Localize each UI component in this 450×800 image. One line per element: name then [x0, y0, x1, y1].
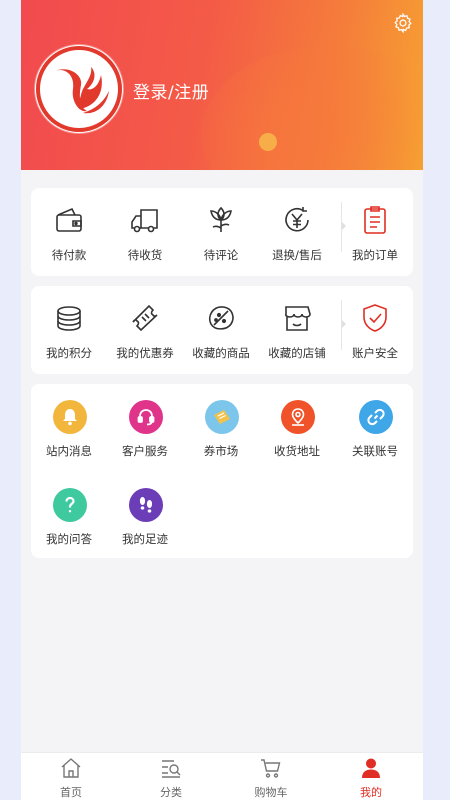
tab-category[interactable]: 分类 [121, 753, 221, 800]
tab-label: 分类 [160, 786, 182, 799]
tab-label: 我的 [360, 786, 382, 799]
customer-service[interactable]: 客户服务 [107, 384, 183, 472]
service-label: 客户服务 [122, 444, 168, 458]
services-row-1: 站内消息 客户服务 券市场 收货地址 关联账号 [31, 384, 413, 472]
asset-label: 我的优惠券 [116, 346, 174, 360]
tab-home[interactable]: 首页 [21, 753, 121, 800]
header-dot-decoration [259, 133, 277, 151]
orders-card: 待付款 待收货 待评论 退换/售后 我的订单 [31, 188, 413, 276]
order-label: 待收货 [127, 248, 163, 262]
footprint-icon [129, 488, 163, 522]
category-search-icon [160, 757, 182, 779]
asset-label: 收藏的店铺 [268, 346, 326, 360]
store-icon [281, 302, 313, 334]
map-pin-icon [281, 400, 315, 434]
coupon-market[interactable]: 券市场 [183, 384, 259, 472]
service-label: 我的问答 [46, 532, 92, 546]
yen-refund-icon [281, 204, 313, 236]
headset-icon [129, 400, 163, 434]
link-icon [359, 400, 393, 434]
services-card: 站内消息 客户服务 券市场 收货地址 关联账号 我的问答 我的足迹 [31, 384, 413, 558]
assets-row: 我的积分 我的优惠券 收藏的商品 收藏的店铺 账户安全 [31, 286, 413, 374]
user-icon [360, 757, 382, 779]
linked-accounts[interactable]: 关联账号 [337, 384, 413, 472]
gear-icon[interactable] [392, 12, 414, 34]
favorite-stores[interactable]: 收藏的店铺 [259, 286, 335, 374]
my-points[interactable]: 我的积分 [31, 286, 107, 374]
order-pending-receipt[interactable]: 待收货 [107, 188, 183, 276]
coins-icon [53, 302, 85, 334]
tab-label: 首页 [60, 786, 82, 799]
shipping-address[interactable]: 收货地址 [259, 384, 335, 472]
order-label: 待付款 [51, 248, 87, 262]
order-label: 退换/售后 [272, 248, 322, 262]
order-returns[interactable]: 退换/售后 [259, 188, 335, 276]
order-label: 待评论 [203, 248, 239, 262]
account-security[interactable]: 账户安全 [337, 286, 413, 374]
tab-mine[interactable]: 我的 [321, 753, 421, 800]
order-pending-payment[interactable]: 待付款 [31, 188, 107, 276]
flower-icon [205, 204, 237, 236]
bottom-tab-bar: 首页 分类 购物车 我的 [21, 752, 423, 800]
header-decoration [201, 45, 423, 170]
favorite-goods[interactable]: 收藏的商品 [183, 286, 259, 374]
order-label: 我的订单 [352, 248, 398, 262]
wallet-icon [53, 204, 85, 236]
my-orders[interactable]: 我的订单 [337, 188, 413, 276]
question-icon [53, 488, 87, 522]
orders-row: 待付款 待收货 待评论 退换/售后 我的订单 [31, 188, 413, 276]
my-footprints[interactable]: 我的足迹 [107, 472, 183, 560]
cart-icon [260, 757, 282, 779]
service-label: 我的足迹 [122, 532, 168, 546]
home-icon [60, 757, 82, 779]
asset-label: 账户安全 [352, 346, 398, 360]
tab-cart[interactable]: 购物车 [221, 753, 321, 800]
service-label: 关联账号 [352, 444, 398, 458]
favorite-goods-icon [205, 302, 237, 334]
avatar[interactable] [35, 45, 123, 133]
assets-card: 我的积分 我的优惠券 收藏的商品 收藏的店铺 账户安全 [31, 286, 413, 374]
login-register-link[interactable]: 登录/注册 [133, 78, 209, 103]
clipboard-icon [359, 204, 391, 236]
truck-icon [129, 204, 161, 236]
my-qa[interactable]: 我的问答 [31, 472, 107, 560]
ticket-icon [205, 400, 239, 434]
asset-label: 收藏的商品 [192, 346, 250, 360]
service-label: 站内消息 [46, 444, 92, 458]
order-pending-review[interactable]: 待评论 [183, 188, 259, 276]
my-coupons[interactable]: 我的优惠券 [107, 286, 183, 374]
coupon-icon [129, 302, 161, 334]
profile-header: 登录/注册 [21, 0, 423, 170]
app-screen: 登录/注册 待付款 待收货 待评论 退换/售后 我的订单 我的积分 我的优惠券 … [21, 0, 423, 800]
services-row-2: 我的问答 我的足迹 [31, 472, 413, 560]
site-messages[interactable]: 站内消息 [31, 384, 107, 472]
service-label: 收货地址 [274, 444, 320, 458]
tab-label: 购物车 [254, 786, 288, 799]
service-label: 券市场 [203, 444, 239, 458]
shield-check-icon [359, 302, 391, 334]
bell-icon [53, 400, 87, 434]
asset-label: 我的积分 [46, 346, 92, 360]
